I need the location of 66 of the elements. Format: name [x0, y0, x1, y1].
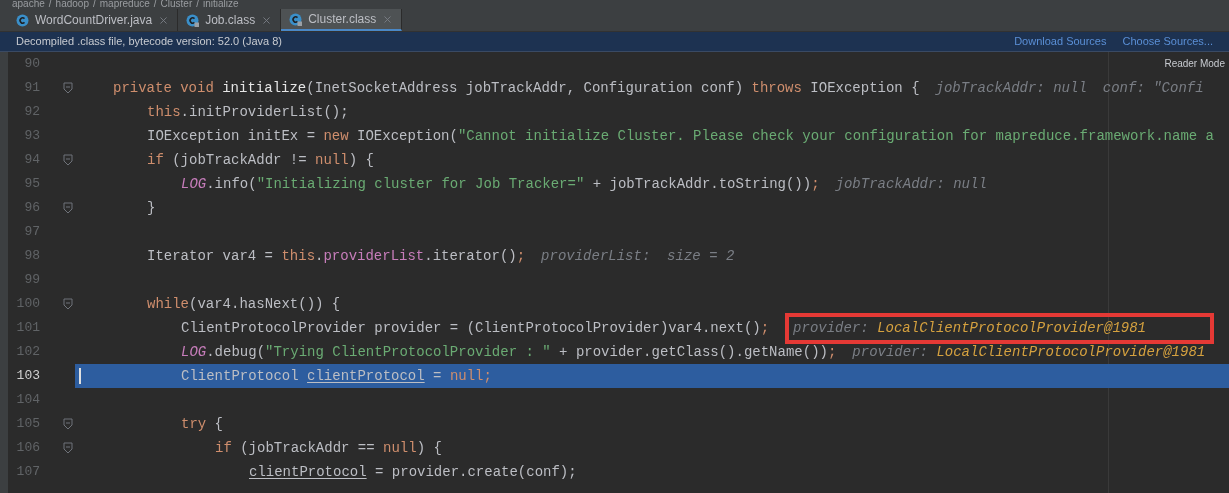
locked-class-icon [289, 12, 303, 26]
inline-debug-value: jobTrackAddr: null [935, 78, 1087, 98]
breadcrumb-separator: / [48, 0, 52, 9]
code-line: ClientProtocol clientProtocol = null; [181, 366, 492, 386]
breadcrumb-separator: / [196, 0, 200, 9]
inline-debug-value: provider: LocalClientProtocolProvider@1981 [785, 312, 1214, 344]
inline-debug-value: conf: "Confi [1102, 78, 1204, 98]
fold-marker-icon[interactable] [63, 154, 73, 166]
reader-mode-toggle[interactable]: Reader Mode [1164, 56, 1225, 71]
breadcrumb-separator: / [153, 0, 157, 9]
line-number: 104 [15, 391, 40, 410]
line-number: 92 [23, 103, 40, 122]
code-line: clientProtocol = provider.create(conf); [249, 462, 577, 482]
editor-tab[interactable]: WordCountDriver.java [8, 9, 179, 31]
locked-class-icon [186, 13, 200, 27]
code-line: if (jobTrackAddr == null) { [215, 438, 442, 458]
source-link[interactable]: Choose Sources... [1122, 33, 1213, 50]
code-line: LOG.info("Initializing cluster for Job Tracker=" + jobTrackAddr.toString()); jobTrackAddr: null [181, 173, 987, 195]
code-line: this.initProviderList(); [147, 102, 349, 122]
line-number: 94 [23, 151, 40, 170]
line-number: 93 [23, 127, 40, 146]
info-message: Decompiled .class file, bytecode version: 52.0 (Java 8) [16, 34, 282, 50]
line-number: 107 [15, 463, 40, 482]
line-number: 98 [23, 247, 40, 266]
fold-marker-icon[interactable] [63, 418, 73, 430]
line-number: 95 [23, 175, 40, 194]
line-number: 97 [23, 223, 40, 242]
line-number: 105 [15, 415, 40, 434]
line-number: 102 [15, 343, 40, 362]
line-number: 99 [23, 271, 40, 290]
text-caret [79, 368, 81, 384]
fold-marker-icon[interactable] [63, 298, 73, 310]
line-number: 91 [23, 79, 40, 98]
fold-marker-icon[interactable] [63, 442, 73, 454]
code-line: IOException initEx = new IOException("Cannot initialize Cluster. Please check your configuration for mapreduce.framework.name a [147, 126, 1214, 146]
code-line: ClientProtocolProvider provider = (ClientProtocolProvider)var4.next(); provider: LocalClientProtocolProvider@1981 [181, 312, 1214, 344]
source-link[interactable]: Download Sources [1014, 33, 1107, 50]
breadcrumb-item[interactable]: initialize [203, 0, 239, 9]
breadcrumb-separator: / [92, 0, 96, 9]
fold-marker-icon[interactable] [63, 202, 73, 214]
code-line: } [147, 198, 156, 218]
breadcrumb-item[interactable]: hadoop [55, 0, 89, 9]
class-icon [16, 13, 29, 27]
code-line: if (jobTrackAddr != null) { [147, 150, 374, 170]
inline-debug-value: providerList: size = 2 [541, 246, 735, 266]
close-icon[interactable] [261, 14, 273, 26]
inline-debug-value: jobTrackAddr: null [835, 174, 987, 194]
code-line: try { [181, 414, 223, 434]
editor-tab[interactable]: Cluster.class [281, 9, 403, 31]
line-number: 90 [23, 55, 40, 74]
breadcrumb-item[interactable]: mapreduce [99, 0, 150, 9]
line-number: 96 [23, 199, 40, 218]
breadcrumb-item[interactable]: apache [12, 0, 45, 9]
inline-debug-value: provider: LocalClientProtocolProvider@1981 [852, 342, 1206, 362]
close-icon[interactable] [158, 14, 170, 26]
breadcrumb-item[interactable]: Cluster [160, 0, 193, 9]
close-icon[interactable] [382, 13, 394, 25]
line-number: 103 [15, 367, 40, 386]
code-line: LOG.debug("Trying ClientProtocolProvider : " + provider.getClass().getName()); provider: LocalClientProtocolProvider@1981 [181, 341, 1206, 363]
fold-marker-icon[interactable] [63, 82, 73, 94]
code-line: private void initialize(InetSocketAddress jobTrackAddr, Configuration conf) throws IOException { jobTrackAddr: null conf: "Confi [113, 77, 1204, 99]
line-number: 100 [15, 295, 40, 314]
line-number: 101 [15, 319, 40, 338]
code-line: Iterator var4 = this.providerList.iterator(); providerList: size = 2 [147, 245, 735, 267]
code-line: while(var4.hasNext()) { [147, 294, 341, 314]
line-number: 106 [15, 439, 40, 458]
